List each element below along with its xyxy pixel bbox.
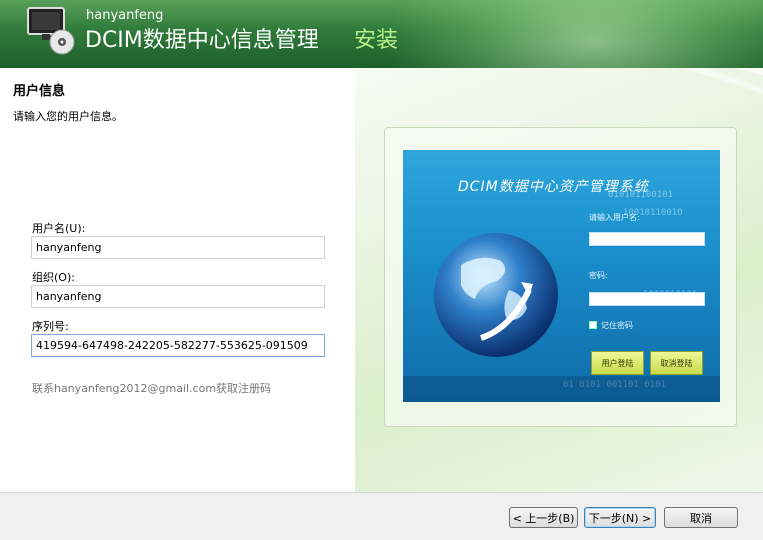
card-username-box <box>589 232 705 246</box>
next-button[interactable]: 下一步(N) > <box>584 507 656 528</box>
card-username-prompt: 请输入用户名: <box>589 213 640 222</box>
monitor-disc-icon <box>27 7 75 55</box>
page-title: 用户信息 <box>13 84 66 99</box>
back-button[interactable]: < 上一步(B) <box>509 507 578 528</box>
header-banner: hanyanfeng DCIM数据中心信息管理 安装 <box>0 0 763 68</box>
card-title: DCIM数据中心资产管理系统 <box>458 179 649 195</box>
brand-small-text: hanyanfeng <box>86 8 164 23</box>
cancel-button[interactable]: 取消 <box>664 507 738 528</box>
serial-label: 序列号: <box>32 320 69 333</box>
username-label: 用户名(U): <box>32 222 86 235</box>
contact-text: 联系hanyanfeng2012@gmail.com获取注册码 <box>32 382 272 395</box>
organization-field[interactable]: hanyanfeng <box>31 285 325 308</box>
serial-number-field[interactable]: 419594-647498-242205-582277-553625-09150… <box>31 334 325 357</box>
card-cancel-button: 取消登陆 <box>650 351 703 375</box>
card-login-button: 用户登陆 <box>591 351 644 375</box>
organization-label: 组织(O): <box>32 271 75 284</box>
page-subtitle: 请输入您的用户信息。 <box>13 110 123 123</box>
globe-icon <box>434 233 558 357</box>
card-password-box <box>589 292 705 306</box>
card-bottom-band <box>403 376 720 402</box>
username-field[interactable]: hanyanfeng <box>31 236 325 259</box>
brand-title: DCIM数据中心信息管理 <box>85 28 319 53</box>
card-password-label: 密码: <box>589 271 608 280</box>
card-remember-checkbox <box>589 321 597 329</box>
header-shine <box>383 0 763 68</box>
card-remember-label: 记住密码 <box>601 321 633 330</box>
install-label: 安装 <box>354 28 399 53</box>
login-preview-image: 010101100101 10010110010 1000010101 01 0… <box>403 150 720 402</box>
